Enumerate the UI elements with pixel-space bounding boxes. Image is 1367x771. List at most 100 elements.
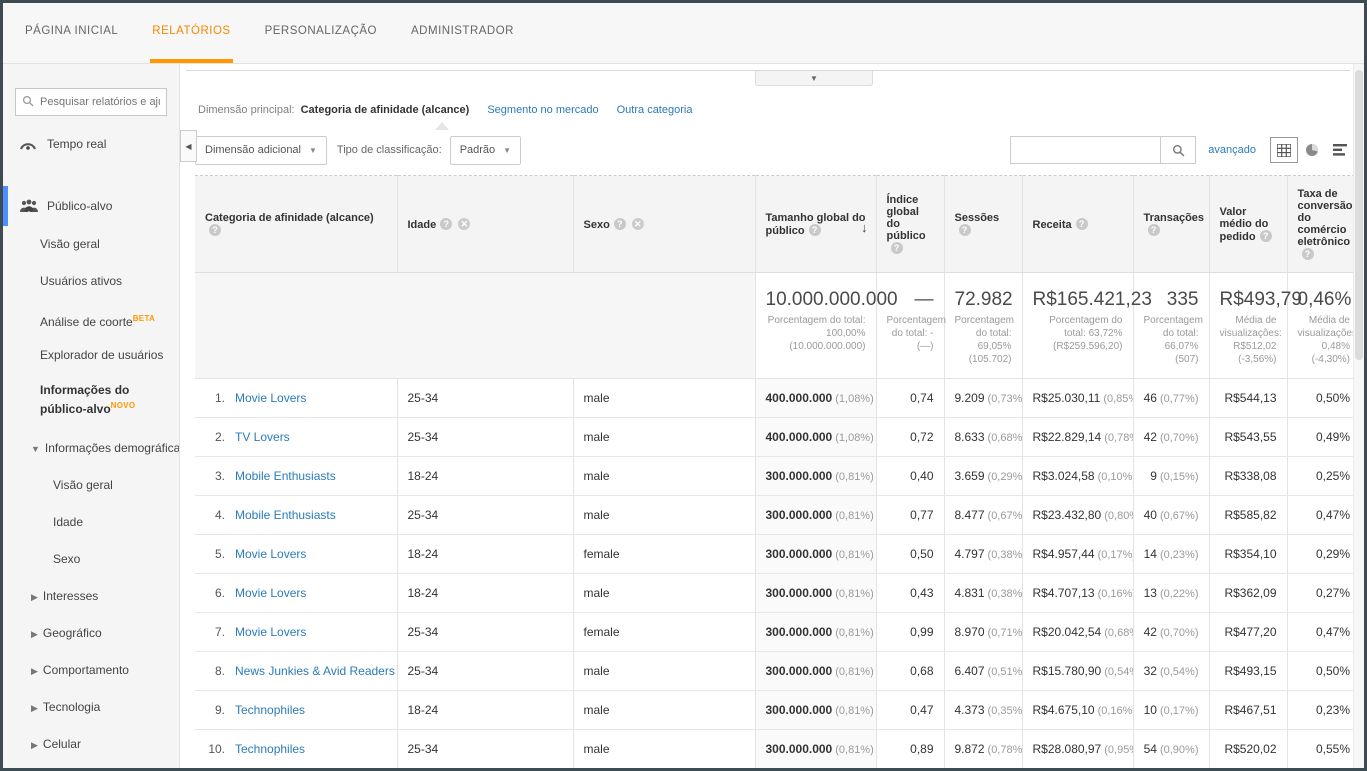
sidebar-item-informacoes-publico-alvo[interactable]: Informações do público-alvoNOVO — [3, 374, 179, 430]
secondary-dimension-button[interactable]: Dimensão adicional ▼ — [195, 136, 327, 165]
help-icon[interactable]: ? — [1148, 224, 1160, 236]
size-percent: (0,81%) — [835, 510, 874, 522]
tab-personalizacao[interactable]: PERSONALIZAÇÃO — [263, 3, 379, 63]
help-icon[interactable]: ? — [614, 218, 626, 230]
advanced-search-link[interactable]: avançado — [1208, 144, 1256, 156]
sidebar-item-visao-geral[interactable]: Visão geral — [3, 226, 179, 263]
header-sessoes[interactable]: Sessões? — [944, 176, 1022, 273]
affinity-category-link[interactable]: Movie Lovers — [235, 391, 306, 405]
performance-view-button[interactable] — [1326, 137, 1354, 163]
help-icon[interactable]: ? — [1076, 218, 1088, 230]
header-taxa-conversao[interactable]: Taxa de conversão do comércio eletrônico… — [1287, 176, 1360, 273]
tab-pagina-inicial[interactable]: PÁGINA INICIAL — [23, 3, 120, 63]
affinity-category-link[interactable]: Technophiles — [235, 703, 305, 717]
index-value: 0,99 — [910, 625, 933, 639]
dimension-active[interactable]: Categoria de afinidade (alcance) — [301, 104, 470, 116]
header-indice-global[interactable]: Índice global do público? — [876, 176, 944, 273]
totals-avg-order: R$493,79Média de visualizações: R$512,02… — [1209, 273, 1287, 379]
sidebar-item-interesses[interactable]: ▶Interesses — [3, 578, 179, 615]
cell-size: 300.000.000(0,81%) — [755, 613, 876, 652]
header-receita[interactable]: Receita? — [1022, 176, 1133, 273]
percentage-view-button[interactable] — [1298, 137, 1326, 163]
sort-type-button[interactable]: Padrão ▼ — [450, 136, 521, 165]
sidebar-item-idade[interactable]: Idade — [3, 504, 179, 541]
affinity-category-link[interactable]: Movie Lovers — [235, 625, 306, 639]
conversion-value: 0,29% — [1316, 547, 1350, 561]
sidebar-item-personalizado[interactable]: ▶Personalizado — [3, 763, 179, 768]
cell-gender: female — [573, 535, 755, 574]
sessions-value: 4.797 — [955, 547, 985, 561]
sidebar-item-informacoes-demograficas[interactable]: ▼Informações demográficas — [3, 430, 179, 467]
sidebar-item-geografico[interactable]: ▶Geográfico — [3, 615, 179, 652]
sidebar-item-publico-alvo[interactable]: Público-alvo — [3, 186, 179, 226]
avg-order-value: R$585,82 — [1224, 508, 1276, 522]
help-icon[interactable]: ? — [891, 242, 903, 254]
cell-sessions: 4.831(0,38%) — [944, 574, 1022, 613]
help-icon[interactable]: ? — [809, 224, 821, 236]
cell-index: 0,68 — [876, 652, 944, 691]
cell-gender: male — [573, 730, 755, 769]
affinity-category-link[interactable]: News Junkies & Avid Readers — [235, 664, 395, 678]
sidebar-item-usuarios-ativos[interactable]: Usuários ativos — [3, 263, 179, 300]
cell-gender: male — [573, 496, 755, 535]
sidebar-item-sexo[interactable]: Sexo — [3, 541, 179, 578]
vertical-scrollbar[interactable] — [1353, 64, 1364, 768]
cell-revenue: R$4.707,13(0,16%) — [1022, 574, 1133, 613]
table-view-button[interactable] — [1270, 137, 1298, 163]
table-search-input[interactable] — [1010, 136, 1160, 164]
affinity-category-link[interactable]: Movie Lovers — [235, 586, 306, 600]
cell-gender: male — [573, 457, 755, 496]
scrollbar-thumb[interactable] — [1355, 70, 1363, 360]
header-idade[interactable]: Idade?✕ — [397, 176, 573, 273]
sidebar-item-explorador-usuarios[interactable]: Explorador de usuários — [3, 337, 179, 374]
sidebar-item-analise-coorte[interactable]: Análise de coorteBETA — [3, 300, 179, 337]
help-icon[interactable]: ? — [209, 224, 221, 236]
sidebar-item-label: Visão geral — [53, 478, 113, 492]
transactions-value: 46 — [1144, 391, 1157, 405]
table-row: 3.Mobile Enthusiasts 18-24 male 300.000.… — [195, 457, 1360, 496]
sidebar-item-label: Público-alvo — [47, 199, 112, 213]
remove-column-icon[interactable]: ✕ — [458, 218, 470, 230]
help-icon[interactable]: ? — [1302, 248, 1314, 260]
header-transacoes[interactable]: Transações? — [1133, 176, 1209, 273]
sessions-value: 8.477 — [955, 508, 985, 522]
affinity-category-link[interactable]: Movie Lovers — [235, 547, 306, 561]
header-categoria[interactable]: Categoria de afinidade (alcance)? — [195, 176, 397, 273]
help-icon[interactable]: ? — [1260, 230, 1272, 242]
affinity-category-link[interactable]: Mobile Enthusiasts — [235, 508, 336, 522]
index-value: 0,89 — [910, 742, 933, 756]
dimension-link-segmento[interactable]: Segmento no mercado — [487, 104, 598, 116]
remove-column-icon[interactable]: ✕ — [632, 218, 644, 230]
header-sexo[interactable]: Sexo?✕ — [573, 176, 755, 273]
affinity-category-link[interactable]: Technophiles — [235, 742, 305, 756]
affinity-category-link[interactable]: Mobile Enthusiasts — [235, 469, 336, 483]
sidebar-item-label: Análise de coorte — [40, 315, 133, 329]
revenue-value: R$15.780,90 — [1033, 664, 1102, 678]
tab-administrador[interactable]: ADMINISTRADOR — [409, 3, 516, 63]
novo-badge: NOVO — [111, 401, 136, 410]
avg-order-value: R$543,55 — [1224, 430, 1276, 444]
table-search-button[interactable] — [1160, 136, 1196, 164]
chart-panel-toggle[interactable]: ▼ — [755, 71, 873, 86]
sidebar-item-demograficas-visao-geral[interactable]: Visão geral — [3, 467, 179, 504]
tab-relatorios[interactable]: RELATÓRIOS — [150, 3, 232, 63]
sessions-percent: (0,71%) — [988, 627, 1022, 639]
help-icon[interactable]: ? — [959, 224, 971, 236]
index-value: 0,68 — [910, 664, 933, 678]
sidebar-item-celular[interactable]: ▶Celular — [3, 726, 179, 763]
sidebar-collapse-button[interactable]: ◀ — [180, 130, 197, 162]
cell-sessions: 8.970(0,71%) — [944, 613, 1022, 652]
row-number: 6. — [205, 586, 225, 600]
help-icon[interactable]: ? — [440, 218, 452, 230]
header-tamanho-global[interactable]: Tamanho global do público?↓ — [755, 176, 876, 273]
header-valor-medio[interactable]: Valor médio do pedido? — [1209, 176, 1287, 273]
affinity-category-link[interactable]: TV Lovers — [235, 430, 290, 444]
sidebar-item-tecnologia[interactable]: ▶Tecnologia — [3, 689, 179, 726]
cell-transactions: 10(0,17%) — [1133, 691, 1209, 730]
caret-down-icon: ▼ — [309, 146, 317, 155]
sidebar-item-comportamento[interactable]: ▶Comportamento — [3, 652, 179, 689]
sidebar-item-tempo-real[interactable]: Tempo real — [3, 124, 179, 164]
dimension-link-outra[interactable]: Outra categoria — [617, 104, 693, 116]
sidebar-search-input[interactable] — [15, 88, 167, 116]
size-value: 300.000.000 — [766, 664, 833, 678]
